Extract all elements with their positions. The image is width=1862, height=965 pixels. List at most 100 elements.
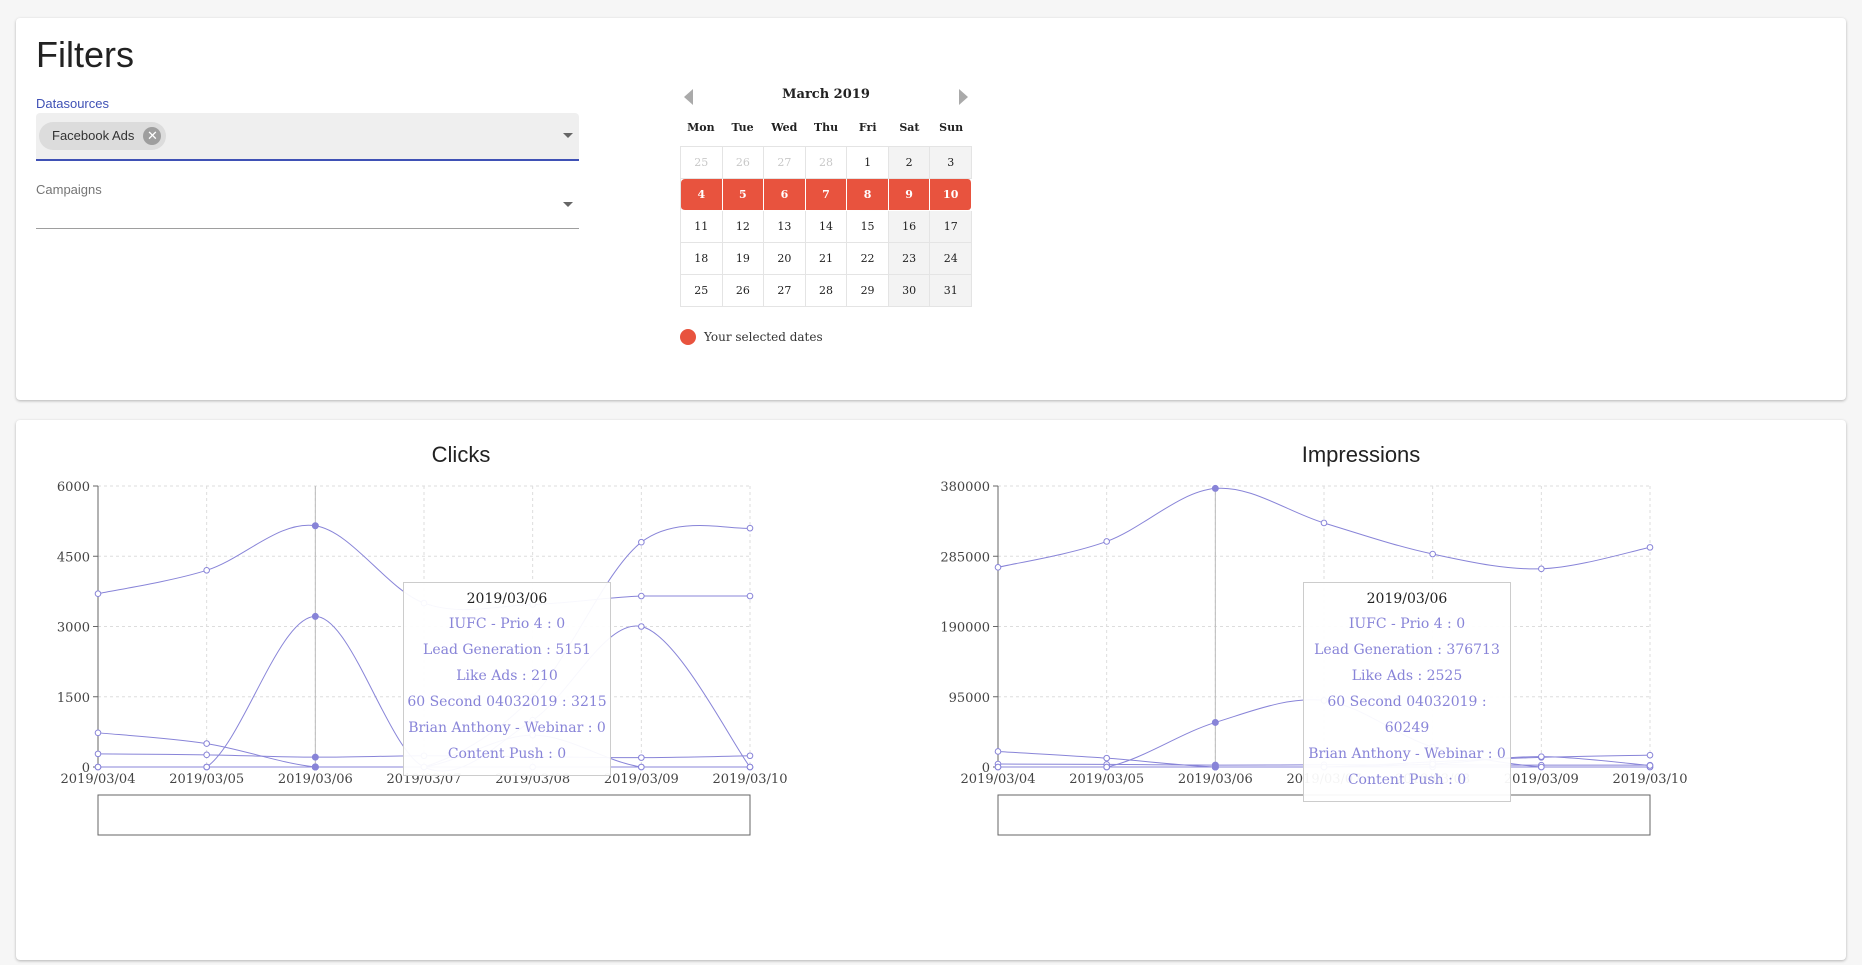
data-point — [1538, 565, 1545, 573]
calendar-day[interactable]: 24 — [930, 243, 972, 275]
calendar-day-selected[interactable]: 5 — [722, 179, 765, 211]
calendar-day[interactable]: 21 — [805, 243, 848, 275]
calendar-day[interactable]: 22 — [847, 243, 889, 275]
charts-card: Clicks 0 1500 3000 4500 6000 2019/03/04 2019/0… — [16, 420, 1846, 960]
data-point — [1646, 762, 1654, 769]
calendar-day[interactable]: 30 — [888, 275, 931, 307]
calendar-day[interactable]: 18 — [681, 243, 723, 275]
data-point — [1646, 544, 1654, 551]
chevron-down-icon[interactable] — [563, 202, 573, 207]
calendar-day[interactable]: 27 — [764, 147, 806, 179]
prev-month-icon[interactable] — [684, 89, 693, 105]
calendar-day[interactable]: 20 — [764, 243, 806, 275]
data-point — [638, 592, 645, 600]
data-point — [1538, 753, 1545, 760]
calendar-day[interactable]: 28 — [805, 275, 848, 307]
data-point — [638, 754, 645, 761]
active-data-point — [311, 612, 319, 620]
calendar-weekdays: Mon Tue Wed Thu Fri Sat Sun — [680, 110, 972, 146]
data-point — [94, 763, 102, 771]
calendar-day[interactable]: 23 — [888, 243, 931, 275]
calendar-day-selected[interactable]: 10 — [930, 179, 972, 211]
data-point — [1103, 754, 1110, 762]
active-data-point — [311, 763, 319, 771]
calendar-day[interactable]: 25 — [681, 275, 723, 307]
range-brush — [97, 794, 751, 836]
y-tick-label: 285000 — [940, 550, 990, 565]
remove-chip-icon[interactable]: ✕ — [143, 127, 162, 145]
calendar-day[interactable]: 29 — [847, 275, 889, 307]
chart-tooltip: 2019/03/06 IUFC - Prio 4 : 0 Lead Genera… — [403, 582, 611, 776]
datasources-select[interactable]: Facebook Ads ✕ — [36, 113, 579, 161]
data-point — [203, 567, 210, 574]
calendar-day[interactable]: 14 — [805, 211, 848, 243]
data-point — [994, 748, 1002, 755]
x-tick-label: 2019/03/06 — [278, 772, 353, 787]
calendar-day[interactable]: 15 — [847, 211, 889, 243]
y-tick-label: 190000 — [940, 621, 990, 636]
calendar-day-selected[interactable]: 4 — [681, 179, 723, 211]
data-point — [1320, 519, 1328, 527]
calendar-header: March 2019 — [680, 80, 972, 110]
calendar-day[interactable]: 27 — [764, 275, 806, 307]
data-point — [203, 763, 210, 771]
calendar-day[interactable]: 31 — [930, 275, 972, 307]
active-data-point — [1211, 718, 1219, 726]
calendar-day[interactable]: 28 — [805, 147, 848, 179]
filters-card: Filters Datasources Facebook Ads ✕ Campa… — [16, 18, 1846, 400]
tooltip-row: Brian Anthony - Webinar : 0 — [408, 720, 606, 736]
tooltip-row: IUFC - Prio 4 : 0 — [448, 616, 566, 632]
tooltip-row: 60 Second 04032019 : 3215 — [407, 694, 607, 710]
calendar-day[interactable]: 26 — [722, 275, 765, 307]
chart-tooltip: 2019/03/06 IUFC - Prio 4 : 0 Lead Genera… — [1303, 582, 1511, 802]
chevron-down-icon[interactable] — [563, 133, 573, 138]
page-title: Filters — [36, 34, 134, 75]
calendar-day-selected[interactable]: 7 — [805, 179, 848, 211]
calendar-day[interactable]: 16 — [888, 211, 931, 243]
tooltip-row: Like Ads : 2525 — [1351, 668, 1463, 684]
data-point — [203, 740, 210, 747]
calendar-day-selected[interactable]: 8 — [847, 179, 889, 211]
weekday-header: Fri — [858, 121, 877, 134]
tooltip-title: 2019/03/06 — [466, 591, 548, 607]
tooltip-row: Brian Anthony - Webinar : 0 — [1308, 746, 1506, 762]
y-tick-label: 380000 — [940, 480, 990, 495]
clicks-chart: Clicks 0 1500 3000 4500 6000 2019/03/04 2019/0… — [16, 420, 906, 960]
datasource-chip[interactable]: Facebook Ads ✕ — [39, 122, 167, 150]
calendar-day[interactable]: 25 — [681, 147, 723, 179]
data-point — [94, 750, 102, 758]
calendar-day[interactable]: 2 — [888, 147, 931, 179]
y-tick-label: 95000 — [949, 691, 990, 706]
datasource-chip-label: Facebook Ads — [52, 128, 135, 143]
active-data-point — [1211, 484, 1219, 492]
data-point — [746, 524, 754, 532]
campaigns-select[interactable] — [36, 198, 579, 229]
calendar-day[interactable]: 1 — [847, 147, 889, 179]
weekday-header: Mon — [687, 121, 715, 134]
next-month-icon[interactable] — [959, 89, 968, 105]
calendar-day[interactable]: 12 — [722, 211, 765, 243]
active-data-point — [311, 522, 319, 530]
calendar-day-selected[interactable]: 6 — [764, 179, 806, 211]
data-point — [1429, 550, 1436, 558]
calendar-day[interactable]: 11 — [681, 211, 723, 243]
data-point — [203, 751, 210, 759]
data-point — [746, 752, 754, 760]
calendar-day-selected[interactable]: 9 — [888, 179, 931, 211]
tooltip-row: Content Push : 0 — [1347, 772, 1467, 788]
data-point — [638, 538, 645, 546]
datasources-label: Datasources — [36, 96, 109, 111]
date-range-calendar: March 2019 Mon Tue Wed Thu Fri Sat Sun 25 26 27 2… — [680, 80, 972, 347]
tooltip-row: Like Ads : 210 — [456, 668, 558, 684]
x-tick-label: 2019/03/04 — [961, 772, 1036, 787]
data-point — [94, 590, 102, 598]
data-point — [1646, 751, 1654, 759]
calendar-day[interactable]: 3 — [930, 147, 972, 179]
calendar-day[interactable]: 26 — [722, 147, 765, 179]
weekday-header: Tue — [731, 121, 754, 134]
calendar-day[interactable]: 17 — [930, 211, 972, 243]
x-tick-label: 2019/03/05 — [169, 772, 244, 787]
calendar-day[interactable]: 19 — [722, 243, 765, 275]
data-point — [746, 763, 754, 771]
calendar-day[interactable]: 13 — [764, 211, 806, 243]
